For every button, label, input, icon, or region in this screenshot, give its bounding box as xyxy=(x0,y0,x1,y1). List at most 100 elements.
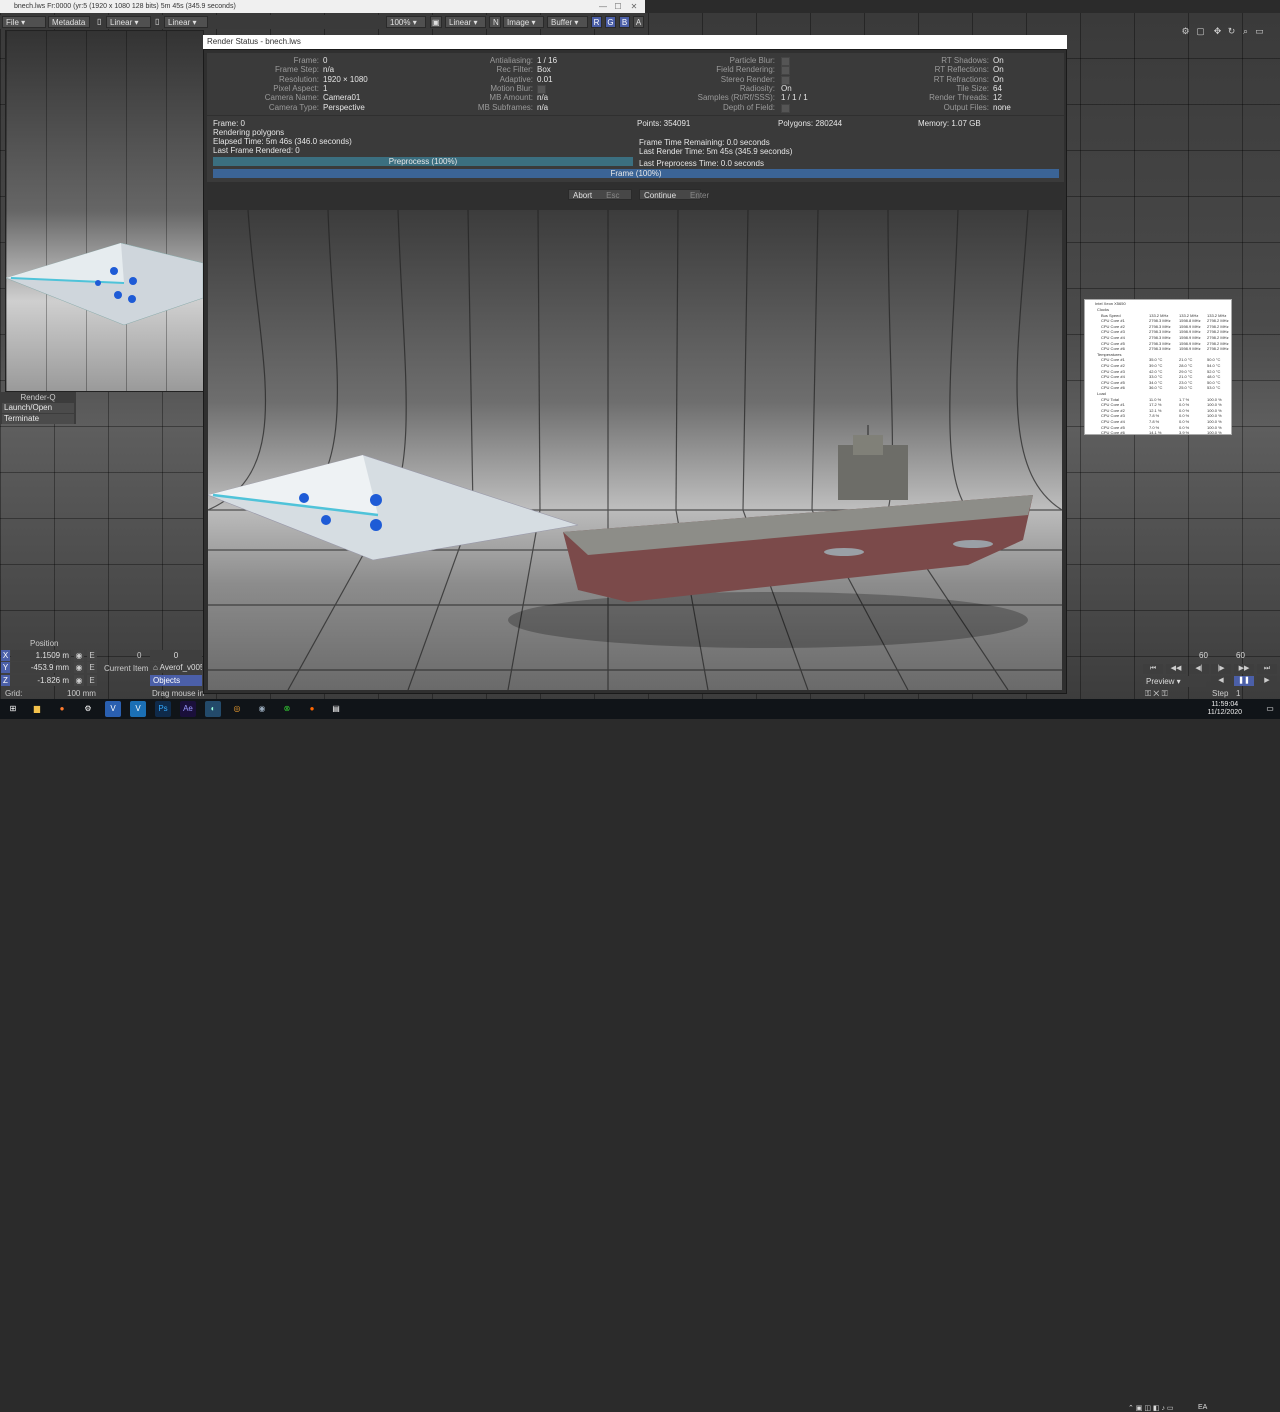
hwmon-cell: 100.0 % xyxy=(1207,402,1222,408)
y-position-field[interactable]: -453.9 mm xyxy=(11,662,71,673)
notes-icon[interactable]: ▤ xyxy=(328,701,344,717)
render-queue-panel: Render-Q Launch/Open Terminate xyxy=(0,392,76,424)
hwmon-cell: 100.0 % xyxy=(1207,419,1222,424)
setting-value: Perspective xyxy=(323,102,365,112)
prev-frame-icon[interactable]: ◀| xyxy=(1189,664,1209,674)
hwmon-cell: CPU Core #5 xyxy=(1101,424,1125,430)
lightwave-icon[interactable]: ◐ xyxy=(205,701,221,717)
hwmon-cell: 29.0 °C xyxy=(1179,368,1193,374)
colorspace-select-2[interactable]: Linear ▾ xyxy=(164,16,208,28)
pause-icon[interactable]: ❚❚ xyxy=(1234,676,1254,686)
display-colorspace-select[interactable]: Linear ▾ xyxy=(445,16,486,28)
hardware-monitor-window[interactable]: Intel Xeon X5650 Clocks Bus Speed 133.2 MH… xyxy=(1084,299,1232,435)
play-reverse-icon[interactable]: ◀ xyxy=(1211,676,1231,686)
browser-icon[interactable]: ● xyxy=(304,701,320,717)
page-icon: ▯ xyxy=(97,17,102,26)
app-v1-icon[interactable]: V xyxy=(105,701,121,717)
hwmon-cell: 54.0 °C xyxy=(1207,363,1221,368)
move-icon[interactable]: ✥ xyxy=(1212,25,1223,37)
abort-button[interactable]: Abort Esc xyxy=(568,189,632,200)
envelope-z-button[interactable]: E xyxy=(87,675,97,686)
eye-icon[interactable]: ◉ xyxy=(74,675,84,686)
setting-label: Antialiasing: xyxy=(489,56,533,65)
close-icon[interactable]: ✕ xyxy=(627,0,641,13)
step-value[interactable]: 1 xyxy=(1236,689,1240,698)
first-frame-icon[interactable]: ⏮ xyxy=(1143,664,1163,674)
hwmon-cell: 1598.9 MHz xyxy=(1179,329,1201,335)
eye-icon[interactable]: ◉ xyxy=(74,662,84,673)
preview-select[interactable]: Preview ▾ xyxy=(1143,676,1206,687)
eye-icon[interactable]: ◉ xyxy=(74,650,84,661)
hwmon-row: CPU Core #4 33.0 °C 21.0 °C 48.0 °C xyxy=(1085,374,1231,379)
frame-progress-bar: Frame (100%) xyxy=(213,169,1059,178)
hwmon-cell: CPU Core #5 xyxy=(1101,379,1125,385)
photoshop-icon[interactable]: Ps xyxy=(155,701,171,717)
buffer-select[interactable]: Buffer ▾ xyxy=(547,16,588,28)
colorspace-select-1[interactable]: Linear ▾ xyxy=(106,16,151,28)
hwmon-row: CPU Core #5 7.0 % 0.0 % 100.0 % xyxy=(1085,425,1231,430)
next-key-icon[interactable]: ▶▶ xyxy=(1234,664,1254,674)
setting-value: Box xyxy=(537,65,551,75)
red-channel-button[interactable]: R xyxy=(591,16,602,28)
xbox-icon[interactable]: ⊗ xyxy=(279,701,295,717)
prev-key-icon[interactable]: ◀◀ xyxy=(1166,664,1186,674)
z-position-field[interactable]: -1.826 m xyxy=(11,675,71,686)
file-explorer-icon[interactable]: ▆ xyxy=(29,701,45,717)
alpha-channel-button[interactable]: A xyxy=(633,16,644,28)
key-icon[interactable]: ⚿ ✕ ⚿ xyxy=(1145,689,1168,699)
last-frame-icon[interactable]: ⏭ xyxy=(1257,664,1277,674)
image-select[interactable]: Image ▾ xyxy=(503,16,544,28)
current-item-select[interactable]: ⌂ Averof_v005 xyxy=(150,662,202,673)
file-menu[interactable]: File ▾ xyxy=(2,16,46,28)
rotate-icon[interactable]: ↻ xyxy=(1226,25,1237,37)
render-status-titlebar[interactable]: Render Status - bnech.lws xyxy=(203,35,1067,49)
remaining-text: Frame Time Remaining: 0.0 seconds xyxy=(639,138,770,147)
next-frame-icon[interactable]: |▶ xyxy=(1211,664,1231,674)
tray-icons[interactable]: ⌃ ▣ ◫ ◧ ♪ ▭ xyxy=(1128,1404,1174,1412)
windows-start-icon[interactable]: ⊞ xyxy=(5,701,21,717)
n-button[interactable]: N xyxy=(489,16,501,28)
objects-tab[interactable]: Objects xyxy=(150,675,202,686)
firefox-icon[interactable]: ● xyxy=(54,701,70,717)
position-title: Position xyxy=(30,639,59,648)
hwmon-cell: 25.0 °C xyxy=(1179,385,1193,391)
timeline-end-2[interactable]: 60 xyxy=(1236,651,1245,660)
hwmon-row: CPU Core #2 12.1 % 0.0 % 100.0 % xyxy=(1085,408,1231,413)
hwmon-cell: 50.0 °C xyxy=(1207,357,1221,363)
launch-open-button[interactable]: Launch/Open xyxy=(2,403,74,413)
terminate-button[interactable]: Terminate xyxy=(2,414,74,424)
blue-channel-button[interactable]: B xyxy=(619,16,630,28)
hwmon-cell: 133.2 MHz xyxy=(1149,312,1169,318)
preview-viewport[interactable] xyxy=(5,30,204,392)
app-v2-icon[interactable]: V xyxy=(130,701,146,717)
minimize-icon[interactable]: — xyxy=(596,0,610,13)
image-viewer-titlebar[interactable]: bnech.lws Fr:0000 (yr:5 (1920 x 1080 128… xyxy=(0,0,645,13)
continue-button[interactable]: Continue Enter xyxy=(639,189,709,200)
metadata-button[interactable]: Metadata xyxy=(48,16,90,28)
envelope-x-button[interactable]: E xyxy=(87,650,97,661)
envelope-y-button[interactable]: E xyxy=(87,662,97,673)
taskbar-clock[interactable]: 11:59:04 11/12/2020 xyxy=(1207,701,1242,717)
hwmon-cell: 2798.3 MHz xyxy=(1149,346,1171,352)
steam-icon[interactable]: ◉ xyxy=(254,701,270,717)
copy-icon[interactable]: ▢ xyxy=(1195,25,1206,37)
green-channel-button[interactable]: G xyxy=(605,16,616,28)
gear-icon[interactable]: ⚙ xyxy=(1180,25,1191,37)
language-indicator[interactable]: EA xyxy=(1198,1404,1207,1411)
settings-icon[interactable]: ⚙ xyxy=(80,701,96,717)
maximize-icon[interactable]: ▭ xyxy=(1254,25,1265,37)
maximize-window-icon[interactable]: ☐ xyxy=(611,0,625,13)
play-icon[interactable]: ▶ xyxy=(1257,676,1277,686)
rendered-image xyxy=(208,210,1062,690)
setting-value: On xyxy=(993,74,1004,84)
blender-icon[interactable]: ◎ xyxy=(229,701,245,717)
render-settings-summary: Frame: 0 Frame Step: n/a Resolution: 1920 × 1… xyxy=(207,53,1064,115)
display-icon[interactable]: ▣ xyxy=(430,16,442,28)
zoom-icon[interactable]: ⌕ xyxy=(1240,25,1251,37)
zoom-select[interactable]: 100% ▾ xyxy=(386,16,426,28)
frame-field[interactable]: 0 xyxy=(150,650,202,661)
hwmon-cell: 36.0 °C xyxy=(1149,385,1163,391)
after-effects-icon[interactable]: Ae xyxy=(180,701,196,717)
x-position-field[interactable]: 1.1509 m xyxy=(11,650,71,661)
notifications-icon[interactable]: ▭ xyxy=(1262,701,1278,717)
